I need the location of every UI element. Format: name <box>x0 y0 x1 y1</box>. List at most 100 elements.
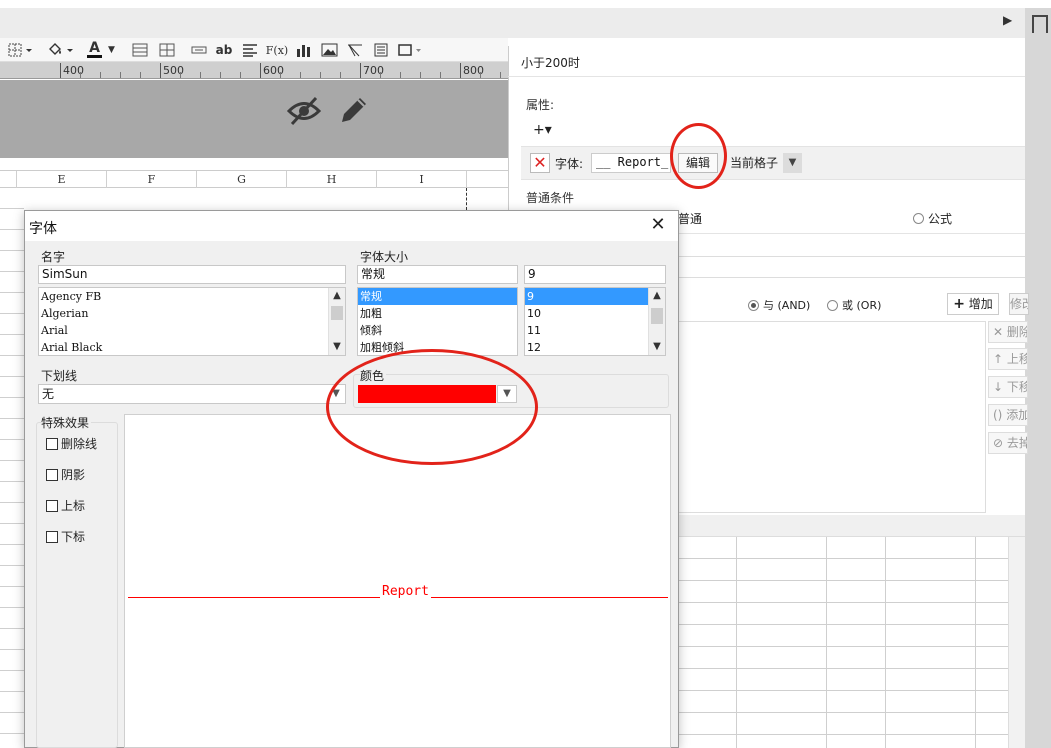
or-radio[interactable]: 或 (OR) <box>827 297 881 313</box>
formula-icon[interactable]: F(x) <box>266 41 288 59</box>
panel-footer <box>678 515 1025 537</box>
toolbar: A ▼ ab F(x) <box>0 38 508 62</box>
subscript-checkbox[interactable]: 下标 <box>46 528 85 545</box>
font-preview-area <box>124 414 671 748</box>
fill-color-icon[interactable] <box>46 41 76 59</box>
name-label: 名字 <box>41 250 66 264</box>
chevron-down-icon[interactable]: ▼ <box>783 153 802 173</box>
add-attribute-button[interactable]: +▾ <box>533 120 561 140</box>
strikethrough-checkbox[interactable]: 删除线 <box>46 435 97 452</box>
normal-condition-option[interactable]: 普通 <box>678 210 702 227</box>
scroll-down-icon[interactable]: ▼ <box>649 339 665 355</box>
scrollbar[interactable]: ▲ ▼ <box>648 288 665 355</box>
checkbox-icon[interactable] <box>46 530 58 543</box>
subscript-label: 下标 <box>61 530 86 544</box>
list-item-selected[interactable]: 常规 <box>358 288 517 305</box>
scroll-down-icon[interactable]: ▼ <box>329 339 345 355</box>
checkbox-icon[interactable] <box>46 499 58 512</box>
panel-divider <box>508 76 1025 77</box>
or-label: 或 (OR) <box>842 299 882 312</box>
scroll-thumb[interactable] <box>331 306 343 320</box>
scrollbar[interactable]: ▲ ▼ <box>328 288 345 355</box>
chart-icon[interactable] <box>294 41 314 59</box>
border-icon[interactable] <box>6 41 36 59</box>
column-header: E F G H I <box>0 170 508 188</box>
radio-selected-icon[interactable] <box>748 299 759 311</box>
font-attr-label: 字体: <box>555 157 584 171</box>
scroll-up-icon[interactable]: ▲ <box>649 288 665 304</box>
radio-icon[interactable] <box>913 213 924 224</box>
grid-icon[interactable] <box>157 41 177 59</box>
font-name-list[interactable]: Agency FB Algerian Arial Arial Black ▲ ▼ <box>38 287 346 356</box>
list-item[interactable]: 倾斜 <box>358 322 517 339</box>
column-i[interactable]: I <box>377 171 467 188</box>
list-item[interactable]: Arial <box>39 322 345 339</box>
radio-icon[interactable] <box>827 299 838 311</box>
font-size-input[interactable]: 9 <box>524 265 666 284</box>
list-item[interactable]: 12 <box>525 339 665 355</box>
checkbox-icon[interactable] <box>46 437 58 450</box>
sheet-scroll-edge <box>1008 537 1025 748</box>
right-side-dock <box>1025 8 1051 748</box>
condition-list[interactable] <box>678 321 986 513</box>
condition-input[interactable] <box>678 256 1025 278</box>
column-f[interactable]: F <box>107 171 197 188</box>
delete-attribute-icon[interactable]: ✕ <box>530 153 550 173</box>
scroll-thumb[interactable] <box>651 308 663 324</box>
text-icon[interactable]: ab <box>214 41 234 59</box>
underline-value: 无 <box>42 387 55 401</box>
font-size-list[interactable]: 9 10 11 12 ▲ ▼ <box>524 287 666 356</box>
dialog-title: 字体 <box>29 221 57 237</box>
add-bracket-button[interactable]: () 添加括号 <box>988 404 1028 426</box>
scroll-up-icon[interactable]: ▲ <box>329 288 345 304</box>
list-icon[interactable] <box>371 41 391 59</box>
edit-pencil-icon[interactable] <box>338 94 370 126</box>
column-e[interactable]: E <box>17 171 107 188</box>
align-icon[interactable] <box>240 41 260 59</box>
font-preview-field: __ Report_ <box>591 153 671 173</box>
column-g[interactable]: G <box>197 171 287 188</box>
underline-select[interactable]: 无 ▼ <box>38 384 346 404</box>
font-name-input[interactable]: SimSun <box>38 265 346 284</box>
hide-eye-icon[interactable] <box>287 96 321 126</box>
dock-icon[interactable] <box>1032 15 1048 33</box>
list-item[interactable]: Arial Black <box>39 339 345 355</box>
list-item[interactable]: 11 <box>525 322 665 339</box>
font-style-list[interactable]: 常规 加粗 倾斜 加粗倾斜 <box>357 287 518 356</box>
remove-bracket-button[interactable]: ⊘ 去掉括号 <box>988 432 1028 454</box>
shadow-checkbox[interactable]: 阴影 <box>46 466 85 483</box>
list-item[interactable]: 10 <box>525 305 665 322</box>
list-item-selected[interactable]: 9 <box>525 288 648 305</box>
move-down-button[interactable]: ↓ 下移 <box>988 376 1028 398</box>
sheet-grid-right <box>678 537 1008 748</box>
page-break-line <box>466 188 467 210</box>
image-icon[interactable] <box>319 41 339 59</box>
move-up-button[interactable]: ↑ 上移 <box>988 348 1028 370</box>
font-style-input[interactable]: 常规 <box>357 265 518 284</box>
delete-condition-button[interactable]: ✕ 删除 <box>988 321 1028 343</box>
add-condition-button[interactable]: + 增加 <box>947 293 999 315</box>
column-h[interactable]: H <box>287 171 377 188</box>
top-strip <box>0 0 1051 8</box>
and-label: 与 (AND) <box>763 299 811 312</box>
delete-label: 删除 <box>1006 325 1027 339</box>
checkbox-icon[interactable] <box>46 468 58 481</box>
sheet-grid <box>0 188 24 748</box>
table-icon[interactable] <box>130 41 150 59</box>
conditions-label: 普通条件 <box>526 191 575 205</box>
list-item[interactable]: 加粗 <box>358 305 517 322</box>
add-label: 增加 <box>968 297 993 311</box>
close-icon[interactable]: ✕ <box>648 215 668 235</box>
collapse-icon[interactable]: ▶ <box>1003 13 1012 27</box>
frame-icon[interactable] <box>396 41 424 59</box>
superscript-checkbox[interactable]: 上标 <box>46 497 85 514</box>
list-item[interactable]: Agency FB <box>39 288 345 305</box>
field-icon[interactable] <box>189 41 209 59</box>
modify-condition-button[interactable]: 修改 <box>1009 293 1029 315</box>
slash-icon[interactable] <box>345 41 365 59</box>
annotation-circle-edit <box>670 123 727 189</box>
font-color-icon[interactable]: A ▼ <box>84 41 118 59</box>
formula-condition-option[interactable]: 公式 <box>913 210 952 227</box>
list-item[interactable]: Algerian <box>39 305 345 322</box>
and-radio[interactable]: 与 (AND) <box>748 297 810 313</box>
